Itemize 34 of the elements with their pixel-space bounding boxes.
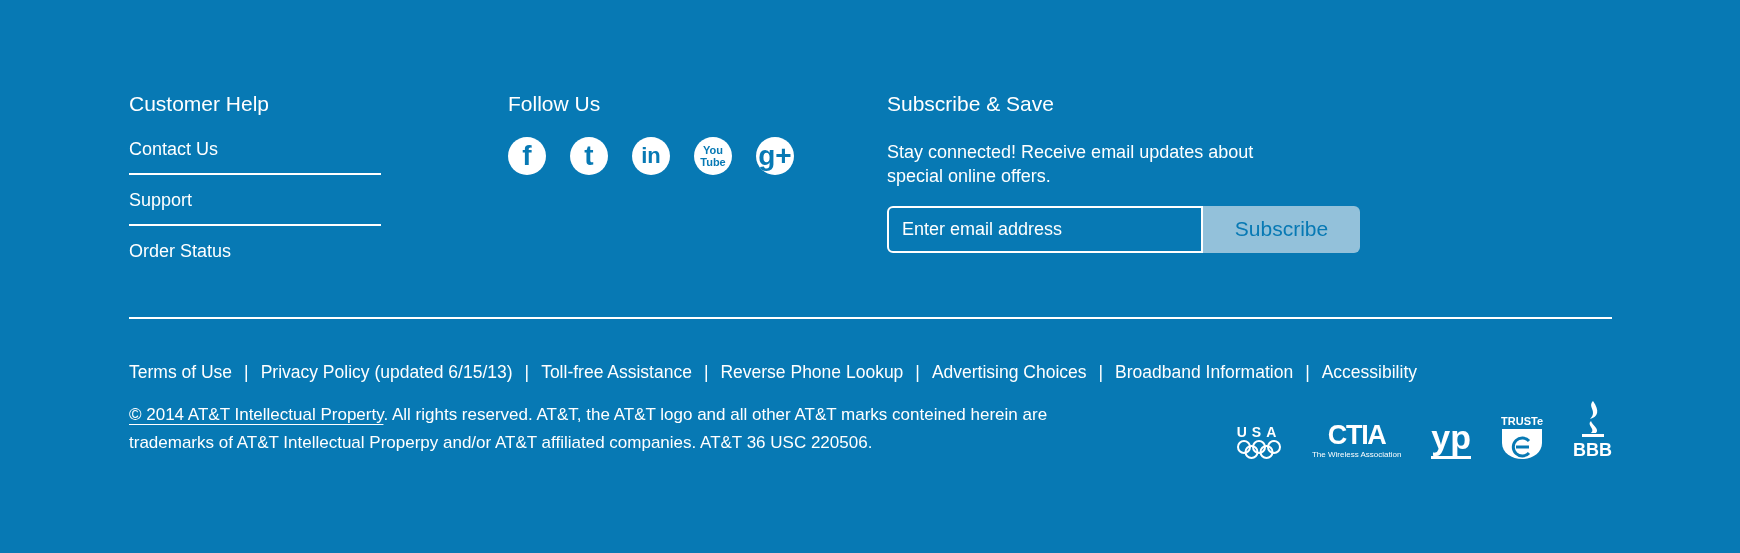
section-heading: Follow Us <box>508 91 602 117</box>
youtube-icon[interactable]: You Tube <box>694 136 732 175</box>
yp-logo: yp <box>1431 423 1472 459</box>
footer-link[interactable]: Support <box>129 186 381 226</box>
footer-link[interactable]: Broadband Information <box>1115 358 1294 385</box>
separator: | <box>702 360 710 384</box>
separator: | <box>243 360 250 384</box>
section-heading: Customer Help <box>129 91 271 117</box>
footer-link[interactable]: Privacy Policy (updated 6/15/13) <box>260 358 513 385</box>
copyright-text: © 2014 AT&T Intellectual Property. All rights reserved. AT&T, the AT&T logo and all other AT&T marks conteined herein are trademarks of AT&T Intellectual Properpy and/or AT&T affiliated companies. AT&T 36 USC 220506. <box>129 403 1049 454</box>
olympic-logo: USA <box>1235 424 1282 459</box>
subscribe-text: Stay connected! Receive email updates about special online offers. <box>887 140 1255 188</box>
footer-link[interactable]: Advertising Choices <box>931 358 1087 385</box>
twitter-icon[interactable]: t <box>570 136 608 175</box>
subscribe-button[interactable]: Subscribe <box>1203 205 1360 253</box>
linkedin-icon[interactable]: in <box>632 136 670 175</box>
footer-link[interactable]: Order Status <box>129 237 381 275</box>
copyright-link[interactable]: © 2014 AT&T Intellectual Property <box>129 404 384 424</box>
separator: | <box>523 360 531 384</box>
bbb-logo: BBB <box>1573 400 1612 459</box>
truste-logo: TRUSTe <box>1501 415 1543 459</box>
separator: | <box>1304 360 1311 384</box>
ctia-logo: CTIA The Wireless Association <box>1311 421 1402 459</box>
googleplus-icon[interactable]: g+ <box>756 136 794 175</box>
email-field[interactable]: Enter email address <box>887 205 1203 253</box>
separator: | <box>914 360 921 384</box>
facebook-icon[interactable]: f <box>508 136 546 175</box>
footer-link[interactable]: Reverse Phone Lookup <box>720 358 904 385</box>
separator: | <box>1097 360 1105 384</box>
section-heading: Subscribe & Save <box>887 91 1055 117</box>
footer-link[interactable]: Contact Us <box>129 135 381 175</box>
footer-link[interactable]: Accessibility <box>1321 358 1417 385</box>
footer-link[interactable]: Terms of Use <box>129 358 233 385</box>
footer-link[interactable]: Toll-free Assistance <box>541 358 692 385</box>
